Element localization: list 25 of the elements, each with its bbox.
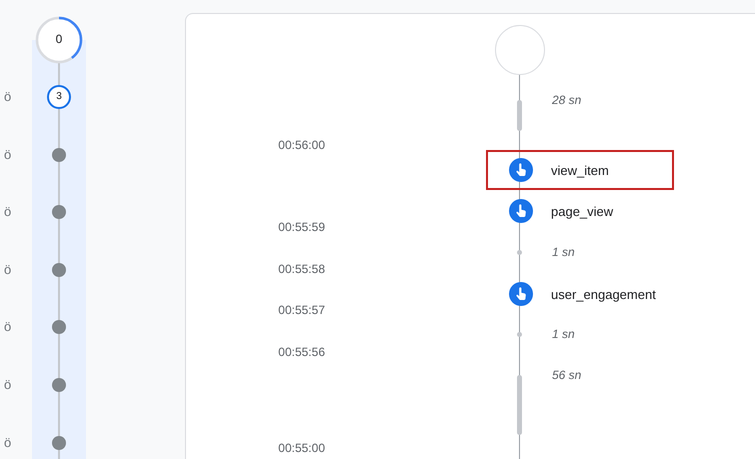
time-label: ö: [4, 377, 12, 392]
time-label: ö: [4, 262, 12, 277]
time-label: 00:55:59: [277, 220, 325, 234]
duration-label: 28 sn: [552, 93, 582, 107]
start-node: [495, 25, 545, 75]
time-label: ö: [4, 434, 12, 450]
time-label: 00:55:58: [277, 262, 325, 276]
time-label: 00:56:00: [277, 138, 325, 152]
tap-icon[interactable]: [509, 158, 533, 182]
tap-icon[interactable]: [509, 282, 533, 306]
time-label: ö: [4, 319, 12, 334]
duration-label: 1 sn: [552, 327, 575, 341]
event-name[interactable]: view_item: [551, 162, 609, 178]
event-name[interactable]: page_view: [551, 204, 614, 218]
tap-icon[interactable]: [509, 199, 533, 223]
session-ring[interactable]: 0: [34, 15, 84, 65]
duration-label: 56 sn: [552, 368, 582, 382]
time-label: ö: [4, 204, 12, 220]
time-label: 00:55:00: [277, 441, 325, 455]
duration-label: 1 sn: [552, 245, 575, 259]
event-name[interactable]: user_engagement: [551, 286, 656, 302]
time-label: 00:55:57: [277, 303, 325, 317]
time-label: ö: [4, 146, 12, 162]
time-label: 00:55:56: [277, 345, 325, 359]
time-label: ö: [4, 89, 12, 104]
